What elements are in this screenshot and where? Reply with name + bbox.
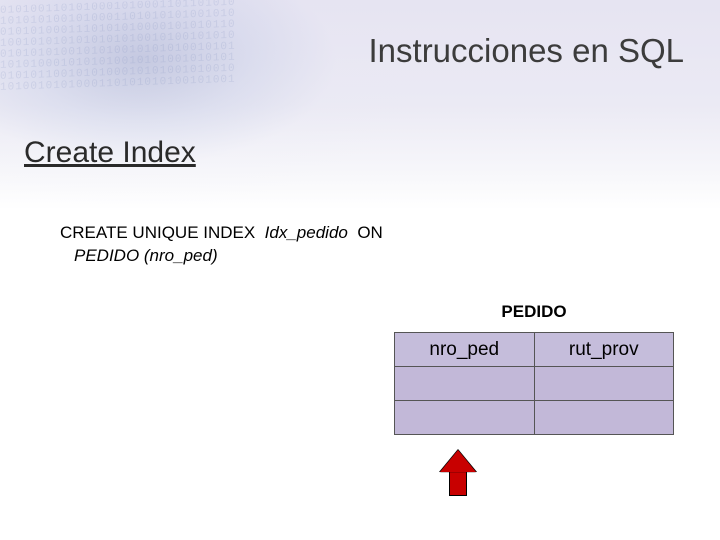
db-cell [395,367,535,401]
db-table: nro_ped rut_prov [394,332,674,435]
db-cell [534,367,673,401]
db-table-wrap: PEDIDO nro_ped rut_prov [394,302,674,435]
db-header-row: nro_ped rut_prov [395,333,674,367]
db-table-title: PEDIDO [394,302,674,322]
db-col-header: nro_ped [395,333,535,367]
sql-code-block: CREATE UNIQUE INDEX Idx_pedido ON PEDIDO… [60,222,383,268]
slide-title: Instrucciones en SQL [369,32,685,70]
db-col-header: rut_prov [534,333,673,367]
arrow-up-icon [440,450,476,496]
code-line-1: CREATE UNIQUE INDEX Idx_pedido ON [60,222,383,245]
db-cell [395,401,535,435]
db-cell [534,401,673,435]
section-heading: Create Index [24,136,196,170]
code-index-name: Idx_pedido [265,223,348,242]
code-keyword-create: CREATE UNIQUE INDEX [60,223,255,242]
code-keyword-on-text: ON [357,223,383,242]
db-row [395,367,674,401]
background-digits-texture: 0101001101010001010001101101010 10101010… [0,0,340,146]
db-row [395,401,674,435]
code-line-2: PEDIDO (nro_ped) [60,245,383,268]
